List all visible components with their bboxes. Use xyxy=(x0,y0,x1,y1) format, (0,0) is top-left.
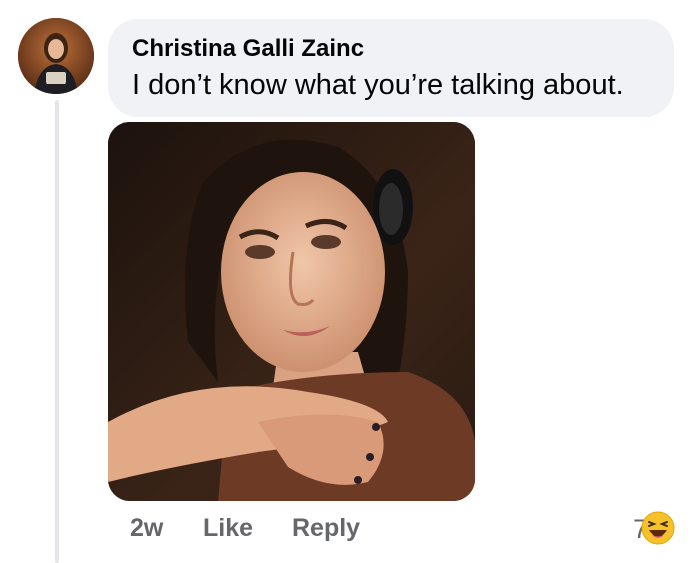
reply-thread-line xyxy=(55,100,59,563)
comment-timestamp[interactable]: 2w xyxy=(130,514,163,543)
comment-author[interactable]: Christina Galli Zainc xyxy=(132,35,674,63)
avatar[interactable] xyxy=(18,18,94,94)
comment-text: I don’t know what you’re talking about. xyxy=(132,69,624,101)
like-button[interactable]: Like xyxy=(203,514,253,543)
laughing-emoji-icon[interactable] xyxy=(641,511,675,545)
comment-bubble: Christina Galli Zainc I don’t know what … xyxy=(108,19,674,117)
comment-photo[interactable] xyxy=(108,122,475,501)
reply-button[interactable]: Reply xyxy=(292,514,360,543)
